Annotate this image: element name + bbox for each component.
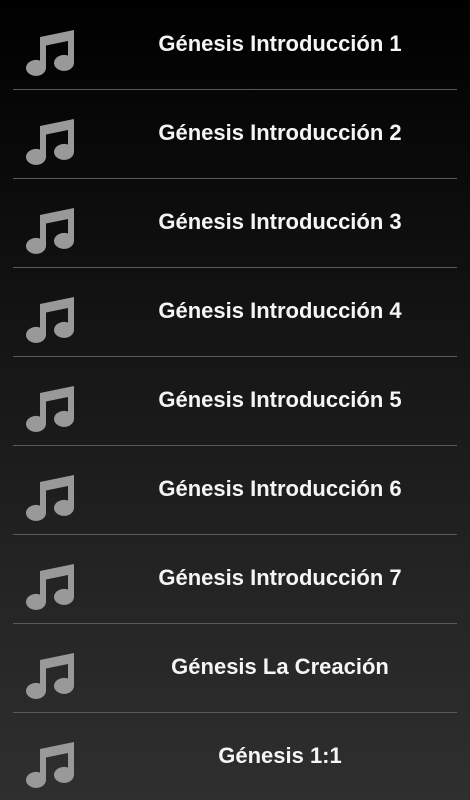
list-item-label: Génesis Introducción 6 <box>158 476 402 501</box>
list-item[interactable]: Génesis Introducción 6 <box>0 445 470 533</box>
audio-list: Génesis Introducción 1 Génesis Introducc… <box>0 0 470 800</box>
list-item[interactable]: Génesis Introducción 4 <box>0 267 470 355</box>
list-item-label: Génesis Introducción 1 <box>158 31 402 56</box>
list-item[interactable]: Génesis 1:1 <box>0 712 470 800</box>
music-note-icon <box>22 202 78 258</box>
music-note-icon <box>22 558 78 614</box>
music-note-icon <box>22 647 78 703</box>
list-item-label: Génesis 1:1 <box>218 743 342 768</box>
list-item[interactable]: Génesis Introducción 7 <box>0 534 470 622</box>
list-item-label: Génesis Introducción 4 <box>158 298 402 323</box>
list-item[interactable]: Génesis La Creación <box>0 623 470 711</box>
music-note-icon <box>22 113 78 169</box>
music-note-icon <box>22 291 78 347</box>
list-item[interactable]: Génesis Introducción 3 <box>0 178 470 266</box>
music-note-icon <box>22 736 78 792</box>
music-note-icon <box>22 380 78 436</box>
music-note-icon <box>22 24 78 80</box>
list-item[interactable]: Génesis Introducción 2 <box>0 89 470 177</box>
list-item-label: Génesis Introducción 5 <box>158 387 402 412</box>
list-item-label: Génesis Introducción 3 <box>158 209 402 234</box>
list-item-label: Génesis Introducción 2 <box>158 120 402 145</box>
list-item[interactable]: Génesis Introducción 1 <box>0 0 470 88</box>
list-item[interactable]: Génesis Introducción 5 <box>0 356 470 444</box>
list-item-label: Génesis La Creación <box>171 654 389 679</box>
music-note-icon <box>22 469 78 525</box>
list-item-label: Génesis Introducción 7 <box>158 565 402 590</box>
